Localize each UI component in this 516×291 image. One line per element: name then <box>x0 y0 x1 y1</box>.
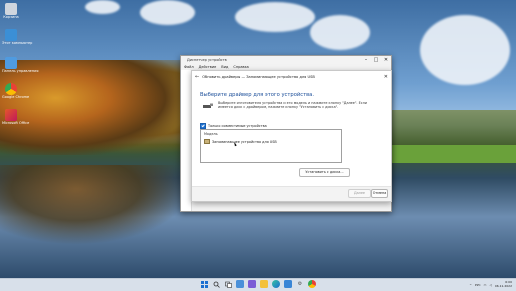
window-title: Диспетчер устройств <box>187 58 227 62</box>
list-item-label: Запоминающее устройство для USB <box>212 139 277 144</box>
update-driver-dialog: ← Обновить драйверы — Запоминающее устро… <box>191 70 392 202</box>
grass <box>390 145 516 163</box>
clock-date: 06.11.2022 <box>494 284 512 288</box>
dialog-footer: Далее Отмена <box>192 186 391 201</box>
hardware-chip-icon <box>203 103 213 108</box>
computer-icon <box>5 29 17 41</box>
desktop-icon-label: Панель управления <box>2 69 38 74</box>
recycle-bin-icon <box>5 3 17 15</box>
cloud-shape <box>235 2 315 32</box>
desktop-icon-label: Microsoft Office <box>2 121 30 125</box>
dialog-title: Обновить драйверы — Запоминающее устройс… <box>202 75 315 79</box>
office-icon <box>5 109 17 121</box>
have-disk-button[interactable]: Установить с диска... <box>299 168 350 177</box>
desktop-icon-chrome[interactable]: Google Chrome <box>2 83 30 100</box>
task-view-icon[interactable] <box>224 280 232 288</box>
clock[interactable]: 6:00 06.11.2022 <box>495 281 512 288</box>
close-icon[interactable]: ✕ <box>381 56 391 64</box>
checkbox-label: Только совместимые устройства <box>208 124 267 128</box>
file-explorer-icon[interactable] <box>260 280 268 288</box>
settings-icon[interactable]: ⚙ <box>296 280 304 288</box>
usb-device-icon <box>204 139 210 144</box>
widgets-icon[interactable] <box>236 280 244 288</box>
next-button[interactable]: Далее <box>348 189 371 198</box>
edge-icon[interactable] <box>272 280 280 288</box>
desktop-icon-label: Google Chrome <box>2 95 30 99</box>
desktop-icon-control-panel[interactable]: Панель управления <box>2 57 38 74</box>
minimize-icon[interactable]: – <box>361 56 371 64</box>
close-icon[interactable]: ✕ <box>384 71 388 83</box>
back-arrow-icon[interactable]: ← <box>195 71 199 83</box>
system-tray: ^ РУС ▭ ◁ 6:00 06.11.2022 <box>469 279 512 291</box>
cloud-shape <box>85 0 120 14</box>
desktop-icon-label: Корзина <box>3 15 19 19</box>
desktop-icon-office[interactable]: Microsoft Office <box>2 109 30 126</box>
water-reflection <box>0 165 190 245</box>
cloud-shape <box>140 0 195 25</box>
dialog-description: Выберите изготовителя устройства и его м… <box>218 101 367 110</box>
volume-icon[interactable]: ◁ <box>490 283 492 287</box>
network-icon[interactable]: ▭ <box>484 283 487 287</box>
dialog-title-bar: ← Обновить драйверы — Запоминающее устро… <box>192 71 391 83</box>
cancel-button[interactable]: Отмена <box>371 189 388 198</box>
language-indicator[interactable]: РУС <box>475 283 481 287</box>
start-icon[interactable] <box>200 280 208 288</box>
desktop-icon-this-pc[interactable]: Этот компьютер <box>2 29 33 46</box>
cloud-shape <box>420 15 510 85</box>
chrome-icon <box>5 83 17 95</box>
dialog-heading: Выберите драйвер для этого устройства. <box>200 92 314 98</box>
store-icon[interactable] <box>284 280 292 288</box>
cloud-shape <box>310 15 370 50</box>
chevron-up-icon[interactable]: ^ <box>469 283 472 287</box>
taskbar-apps: ⚙ <box>200 280 316 288</box>
control-panel-icon <box>5 57 17 69</box>
maximize-icon[interactable]: □ <box>371 56 381 64</box>
autumn-trees <box>0 60 185 155</box>
desktop-icon-label: Этот компьютер <box>2 41 33 45</box>
list-header-model: Модель <box>204 132 218 136</box>
search-icon[interactable] <box>212 280 220 288</box>
taskbar: ⚙ ^ РУС ▭ ◁ 6:00 06.11.2022 <box>0 278 516 291</box>
window-controls: – □ ✕ <box>361 56 391 64</box>
desktop-icon-recycle-bin[interactable]: Корзина <box>2 3 20 20</box>
model-listbox[interactable]: Модель Запоминающее устройство для USB <box>200 129 342 163</box>
chrome-taskbar-icon[interactable] <box>308 280 316 288</box>
list-item[interactable]: Запоминающее устройство для USB <box>201 139 341 144</box>
distant-trees <box>390 110 516 150</box>
chat-icon[interactable] <box>248 280 256 288</box>
